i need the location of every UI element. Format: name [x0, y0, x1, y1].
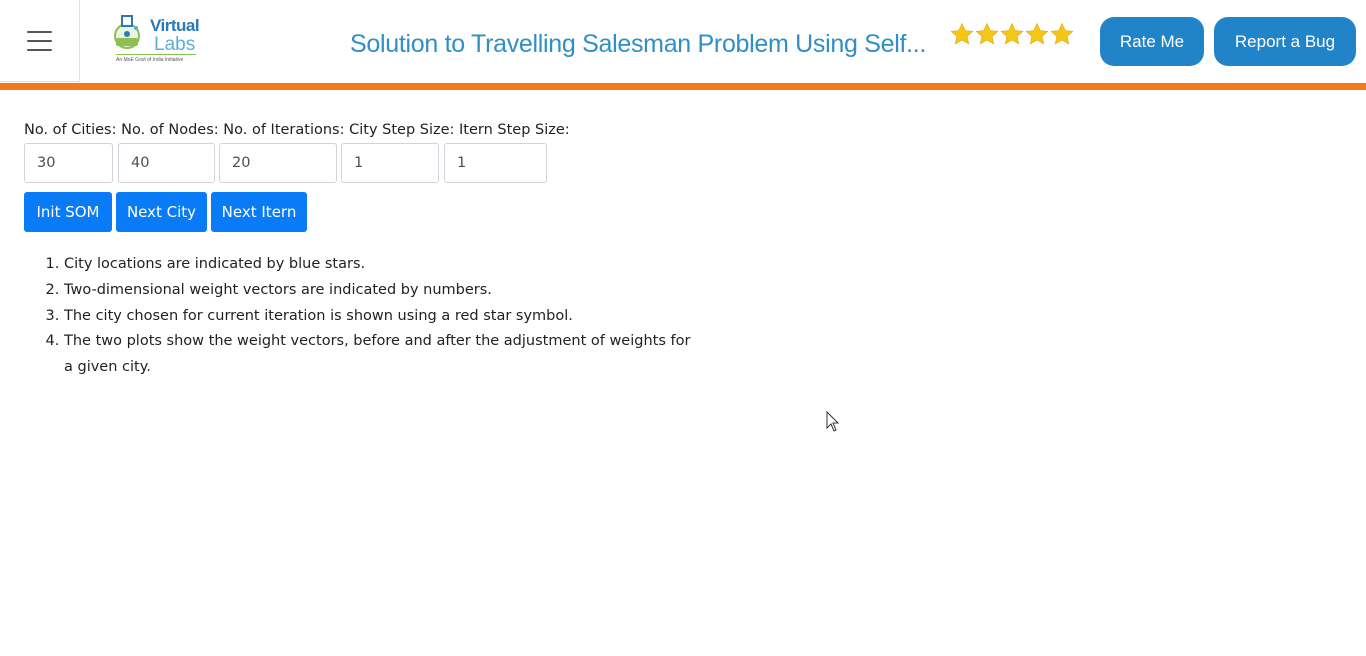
label-nodes: No. of Nodes:	[121, 122, 219, 138]
nodes-input[interactable]: 40	[118, 143, 215, 183]
itern-step-input[interactable]: 1	[444, 143, 547, 183]
logo-tagline: An MoE Govt of India Initiative	[116, 57, 184, 63]
instruction-item: City locations are indicated by blue sta…	[64, 252, 694, 278]
label-itern-step: Itern Step Size:	[459, 122, 570, 138]
hamburger-icon	[27, 30, 52, 51]
next-city-button[interactable]: Next City	[116, 192, 207, 232]
cities-input[interactable]: 30	[24, 143, 113, 183]
label-iterations: No. of Iterations:	[223, 122, 345, 138]
logo-word-virtual: Virtual	[150, 16, 200, 35]
star-icon[interactable]	[975, 22, 999, 46]
city-step-input[interactable]: 1	[341, 143, 439, 183]
report-bug-button[interactable]: Report a Bug	[1214, 17, 1356, 66]
rate-me-button[interactable]: Rate Me	[1100, 17, 1204, 66]
star-icon[interactable]	[1000, 22, 1024, 46]
page-title: Solution to Travelling Salesman Problem …	[350, 30, 927, 58]
header-accent-bar	[0, 83, 1366, 90]
header: Virtual Labs An MoE Govt of India Initia…	[0, 0, 1366, 83]
menu-button[interactable]	[0, 0, 80, 82]
label-city-step: City Step Size:	[349, 122, 455, 138]
logo-divider	[116, 54, 196, 55]
instruction-item: Two-dimensional weight vectors are indic…	[64, 278, 694, 304]
init-som-button[interactable]: Init SOM	[24, 192, 112, 232]
instructions-list: City locations are indicated by blue sta…	[44, 252, 694, 381]
flask-icon	[114, 15, 140, 49]
virtual-labs-logo[interactable]: Virtual Labs An MoE Govt of India Initia…	[110, 12, 202, 68]
star-icon[interactable]	[1050, 22, 1074, 46]
label-cities: No. of Cities:	[24, 122, 117, 138]
star-icon[interactable]	[950, 22, 974, 46]
mouse-cursor-icon	[826, 411, 840, 432]
iterations-input[interactable]: 20	[219, 143, 337, 183]
field-labels: No. of Cities: No. of Nodes: No. of Iter…	[24, 122, 570, 138]
star-icon[interactable]	[1025, 22, 1049, 46]
next-itern-button[interactable]: Next Itern	[211, 192, 307, 232]
instruction-item: The two plots show the weight vectors, b…	[64, 329, 694, 381]
logo-word-labs: Labs	[154, 34, 196, 55]
instruction-item: The city chosen for current iteration is…	[64, 304, 694, 330]
rating-stars[interactable]	[950, 22, 1074, 46]
